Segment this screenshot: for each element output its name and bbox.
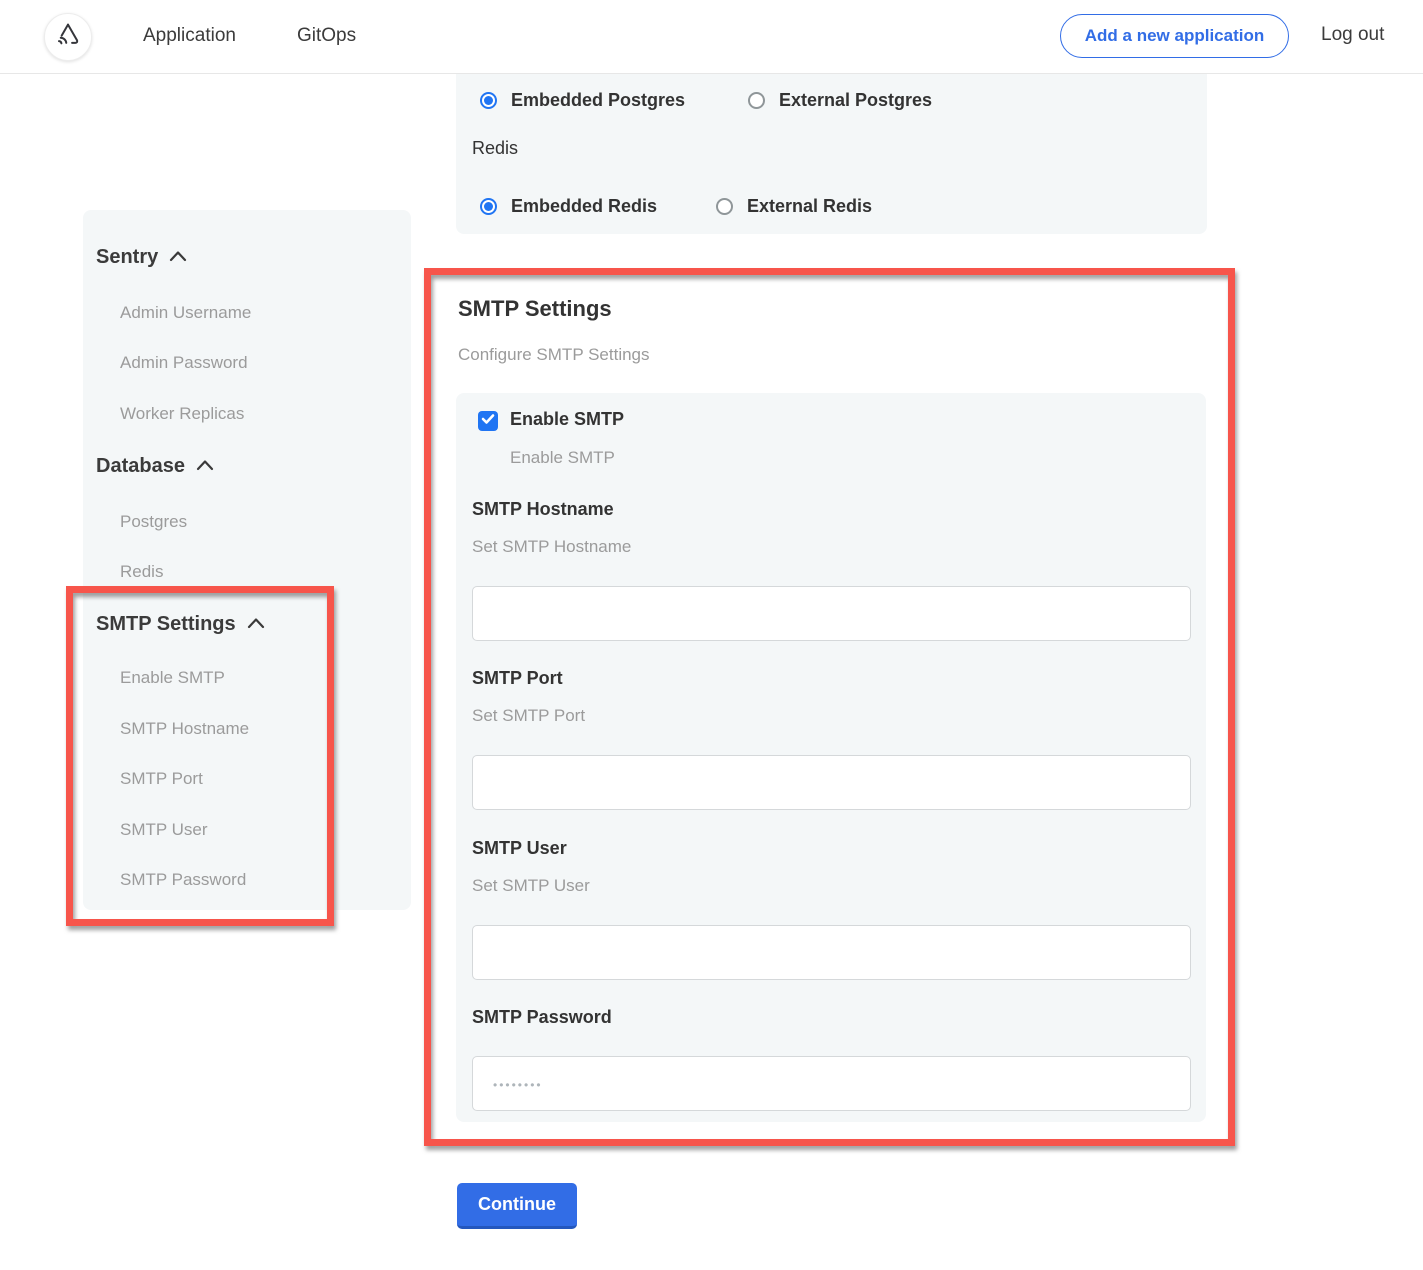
sentry-logo-icon [53,20,83,55]
sidebar-item-smtp-hostname[interactable]: SMTP Hostname [120,719,249,739]
logout-link[interactable]: Log out [1321,24,1384,46]
sidebar-group-smtp-settings[interactable]: SMTP Settings [96,613,266,636]
enable-smtp-checkbox[interactable] [478,411,498,431]
smtp-port-input[interactable] [472,755,1191,810]
sidebar-item-worker-replicas[interactable]: Worker Replicas [120,404,244,424]
database-config-panel: Embedded Postgres External Postgres Redi… [456,74,1207,234]
enable-smtp-label[interactable]: Enable SMTP [510,409,624,430]
sidebar-item-admin-username[interactable]: Admin Username [120,303,251,323]
radio-external-postgres[interactable]: External Postgres [748,90,932,111]
sidebar-group-sentry[interactable]: Sentry [96,246,188,269]
sidebar-group-database[interactable]: Database [96,455,215,478]
radio-embedded-postgres[interactable]: Embedded Postgres [480,90,685,111]
smtp-password-label: SMTP Password [472,1007,612,1028]
radio-external-redis[interactable]: External Redis [716,196,872,217]
add-new-application-button[interactable]: Add a new application [1060,14,1289,58]
radio-label: External Postgres [779,90,932,111]
sidebar-item-smtp-password[interactable]: SMTP Password [120,870,246,890]
smtp-password-input[interactable] [472,1056,1191,1111]
chevron-up-icon [195,455,215,478]
smtp-settings-subtitle: Configure SMTP Settings [458,345,650,365]
smtp-user-label: SMTP User [472,838,567,859]
smtp-hostname-input[interactable] [472,586,1191,641]
nav-application[interactable]: Application [143,25,236,47]
radio-embedded-redis[interactable]: Embedded Redis [480,196,657,217]
page: Application GitOps Add a new application… [0,0,1423,1270]
smtp-hostname-label: SMTP Hostname [472,499,614,520]
radio-unselected-icon [716,198,733,215]
sidebar-item-redis[interactable]: Redis [120,562,163,582]
radio-label: Embedded Redis [511,196,657,217]
smtp-hostname-help: Set SMTP Hostname [472,537,631,557]
continue-button[interactable]: Continue [457,1183,577,1229]
sidebar-item-enable-smtp[interactable]: Enable SMTP [120,668,225,688]
sidebar-group-label: SMTP Settings [96,613,236,636]
sidebar-item-smtp-user[interactable]: SMTP User [120,820,208,840]
chevron-up-icon [168,246,188,269]
redis-group-heading: Redis [472,138,518,159]
enable-smtp-help: Enable SMTP [510,448,615,468]
sidebar-group-label: Database [96,455,185,478]
sidebar-group-label: Sentry [96,246,158,269]
smtp-user-input[interactable] [472,925,1191,980]
sidebar-item-admin-password[interactable]: Admin Password [120,353,248,373]
sidebar-item-smtp-port[interactable]: SMTP Port [120,769,203,789]
radio-label: Embedded Postgres [511,90,685,111]
smtp-settings-title: SMTP Settings [458,296,612,322]
radio-selected-icon [480,198,497,215]
radio-unselected-icon [748,92,765,109]
nav-gitops[interactable]: GitOps [297,25,356,47]
sidebar-item-postgres[interactable]: Postgres [120,512,187,532]
smtp-port-help: Set SMTP Port [472,706,585,726]
top-nav-bar: Application GitOps Add a new application… [0,0,1423,74]
app-logo[interactable] [44,13,92,61]
smtp-port-label: SMTP Port [472,668,563,689]
chevron-up-icon [246,613,266,636]
checkmark-icon [481,412,495,430]
radio-selected-icon [480,92,497,109]
smtp-user-help: Set SMTP User [472,876,590,896]
radio-label: External Redis [747,196,872,217]
